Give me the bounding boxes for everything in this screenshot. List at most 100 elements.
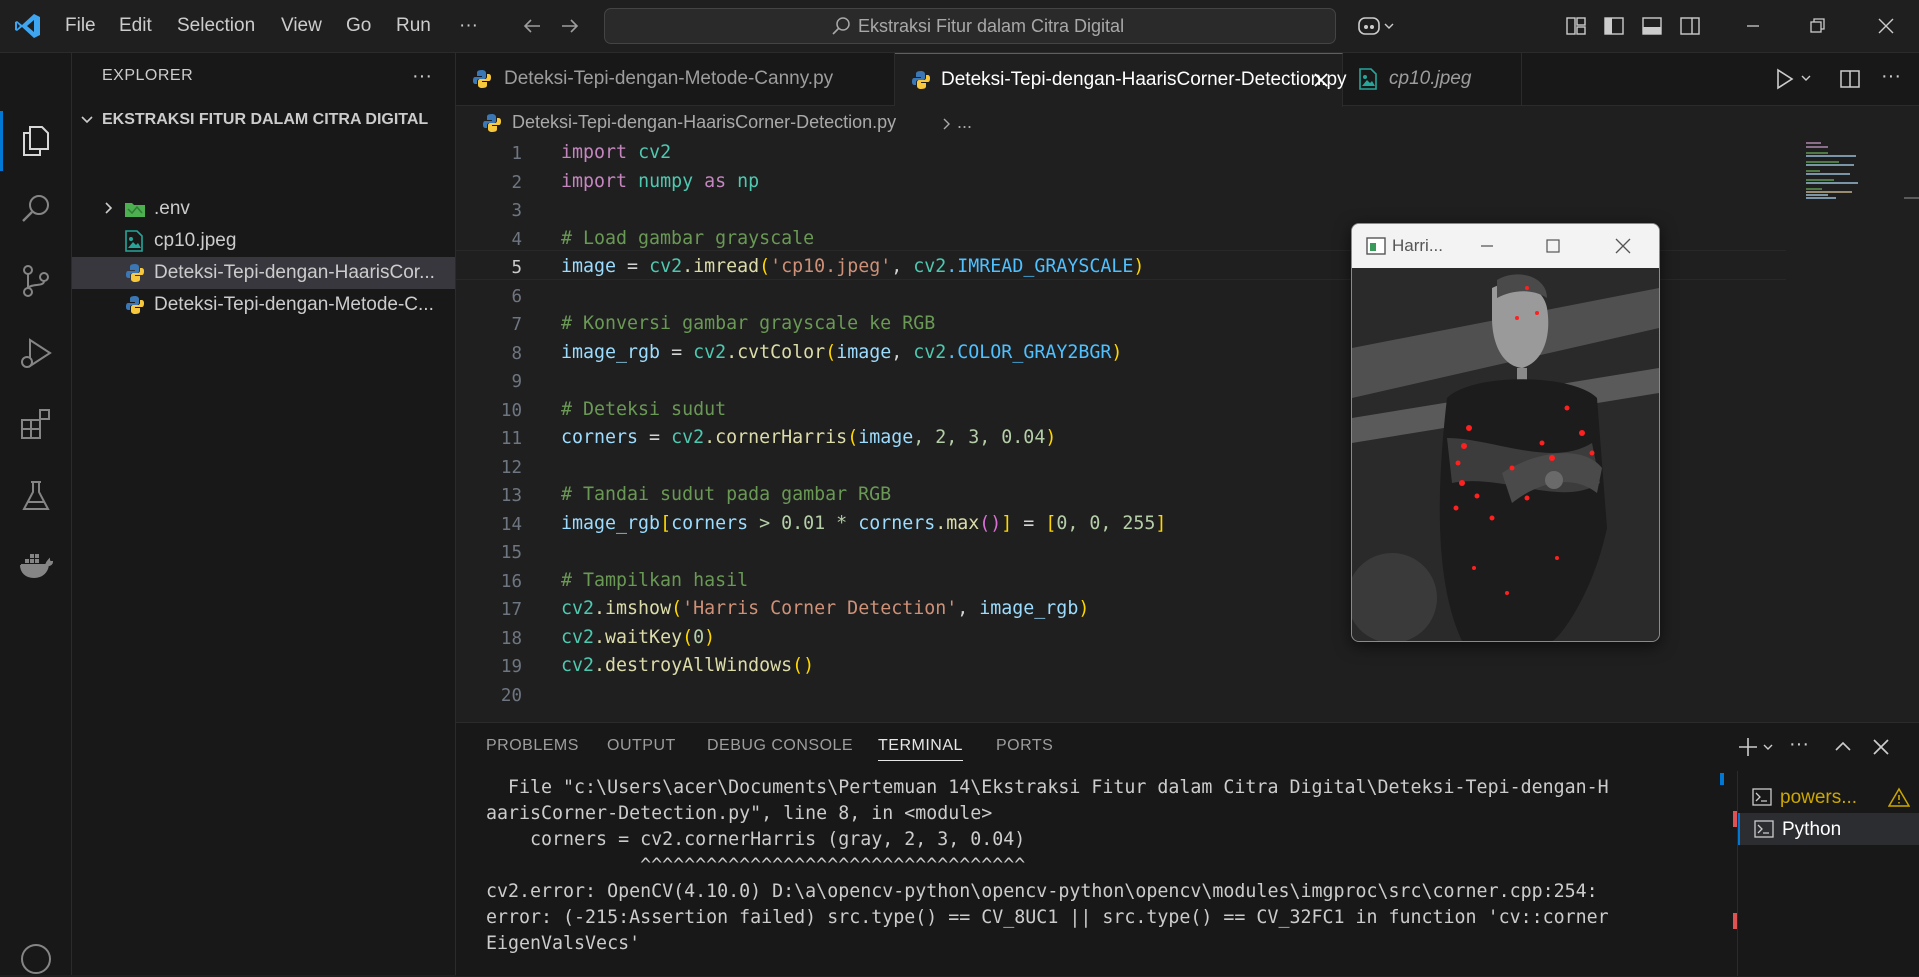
command-center-search[interactable]: Ekstraksi Fitur dalam Citra Digital bbox=[604, 8, 1336, 44]
terminal-item-python[interactable]: Python bbox=[1738, 813, 1919, 845]
menu-run[interactable]: Run bbox=[396, 0, 431, 52]
vscode-logo-icon bbox=[14, 12, 42, 40]
panel-more-actions[interactable]: ··· bbox=[1789, 733, 1809, 756]
tree-item-haaris-corner-py[interactable]: Deteksi-Tepi-dengan-HaarisCor... bbox=[72, 257, 455, 289]
harris-window-titlebar[interactable]: Harri... bbox=[1352, 224, 1659, 268]
toggle-secondary-sidebar-icon[interactable] bbox=[1678, 14, 1702, 38]
code-line: import cv2 bbox=[561, 142, 672, 163]
close-tab-icon[interactable] bbox=[1311, 70, 1331, 90]
tab-cp10-jpeg[interactable]: cp10.jpeg bbox=[1343, 53, 1522, 105]
menu-file[interactable]: File bbox=[65, 0, 96, 52]
code-line: import numpy as np bbox=[561, 171, 760, 192]
minimap[interactable] bbox=[1786, 142, 1919, 722]
code-editor[interactable]: 1 2 3 4 5 6 7 8 9 10 11 12 13 14 15 16 1… bbox=[456, 142, 1919, 722]
maximize-panel-icon[interactable] bbox=[1831, 735, 1855, 759]
close-panel-icon[interactable] bbox=[1869, 735, 1893, 759]
code-line: image_rgb = cv2.cvtColor(image, cv2.COLO… bbox=[561, 342, 1123, 363]
tree-item-label: .env bbox=[154, 198, 190, 219]
code-line: # Load gambar grayscale bbox=[561, 228, 815, 249]
copilot-icon[interactable] bbox=[1357, 14, 1397, 38]
harris-corner-window[interactable]: Harri... bbox=[1351, 223, 1660, 642]
code-line: cv2.waitKey(0) bbox=[561, 627, 716, 648]
code-line: # Deteksi sudut bbox=[561, 399, 727, 420]
workspace-folder-header[interactable]: EKSTRAKSI FITUR DALAM CITRA DIGITAL bbox=[72, 107, 455, 135]
tree-item-label: cp10.jpeg bbox=[154, 230, 237, 251]
line-number: 3 bbox=[511, 201, 522, 221]
folder-icon bbox=[124, 200, 146, 218]
line-number: 2 bbox=[511, 173, 522, 193]
panel-tab-debug-console[interactable]: DEBUG CONSOLE bbox=[707, 737, 853, 755]
close-window-icon[interactable] bbox=[1866, 10, 1906, 42]
search-view-icon[interactable] bbox=[18, 191, 54, 227]
menu-more[interactable]: ··· bbox=[459, 0, 478, 52]
panel-tab-ports[interactable]: PORTS bbox=[996, 737, 1053, 755]
line-number: 15 bbox=[500, 543, 522, 563]
maximize-window-icon[interactable] bbox=[1540, 236, 1566, 256]
run-python-file-icon[interactable] bbox=[1772, 67, 1816, 91]
explorer-files-icon[interactable] bbox=[18, 123, 54, 159]
line-number: 16 bbox=[500, 572, 522, 592]
tree-item-metode-canny-py[interactable]: Deteksi-Tepi-dengan-Metode-C... bbox=[72, 289, 455, 321]
tab-label: Deteksi-Tepi-dengan-HaarisCorner-Detecti… bbox=[941, 69, 1347, 90]
python-file-icon bbox=[482, 113, 502, 133]
panel-tab-output[interactable]: OUTPUT bbox=[607, 737, 676, 755]
source-control-icon[interactable] bbox=[18, 263, 54, 299]
extensions-icon[interactable] bbox=[18, 406, 54, 442]
terminal-tabs-list: powers... Python bbox=[1737, 771, 1919, 976]
command-center-label: Ekstraksi Fitur dalam Citra Digital bbox=[858, 16, 1125, 36]
terminal-item-powershell[interactable]: powers... bbox=[1738, 781, 1919, 813]
tree-item-env-folder[interactable]: .env bbox=[72, 193, 455, 225]
terminal-output[interactable]: File "c:\Users\acer\Documents\Pertemuan … bbox=[456, 771, 1736, 976]
tab-label: cp10.jpeg bbox=[1389, 68, 1472, 89]
tab-label: Deteksi-Tepi-dengan-Metode-Canny.py bbox=[504, 68, 834, 89]
menu-view[interactable]: View bbox=[281, 0, 322, 52]
toggle-primary-sidebar-icon[interactable] bbox=[1602, 14, 1626, 38]
customize-layout-icon[interactable] bbox=[1564, 14, 1588, 38]
line-number: 14 bbox=[500, 515, 522, 535]
code-line: # Konversi gambar grayscale ke RGB bbox=[561, 313, 936, 334]
line-number: 1 bbox=[511, 144, 522, 164]
terminal-line: aarisCorner-Detection.py", line 8, in <m… bbox=[486, 803, 993, 824]
forward-arrow-icon[interactable] bbox=[558, 14, 582, 38]
editor-more-actions[interactable]: ··· bbox=[1881, 65, 1901, 88]
explorer-sidebar: EXPLORER ··· EKSTRAKSI FITUR DALAM CITRA… bbox=[72, 53, 456, 975]
menu-selection[interactable]: Selection bbox=[177, 0, 255, 52]
code-line: image = cv2.imread('cp10.jpeg', cv2.IMRE… bbox=[561, 256, 1145, 277]
menu-edit[interactable]: Edit bbox=[119, 0, 152, 52]
accounts-icon[interactable] bbox=[18, 941, 54, 977]
code-line: cv2.destroyAllWindows() bbox=[561, 655, 815, 676]
menu-go[interactable]: Go bbox=[346, 0, 371, 52]
image-file-icon bbox=[125, 230, 143, 252]
tree-item-label: Deteksi-Tepi-dengan-Metode-C... bbox=[154, 294, 434, 315]
activity-bar bbox=[0, 53, 72, 975]
line-number: 19 bbox=[500, 657, 522, 677]
tab-haaris-corner[interactable]: Deteksi-Tepi-dengan-HaarisCorner-Detecti… bbox=[895, 53, 1347, 107]
tab-metode-canny[interactable]: Deteksi-Tepi-dengan-Metode-Canny.py bbox=[456, 53, 895, 105]
breadcrumb-symbols[interactable]: ... bbox=[957, 112, 972, 133]
terminal-line: File "c:\Users\acer\Documents\Pertemuan … bbox=[486, 777, 1609, 798]
code-line: corners = cv2.cornerHarris(image, 2, 3, … bbox=[561, 427, 1057, 448]
minimize-window-icon[interactable] bbox=[1733, 10, 1773, 42]
line-number: 6 bbox=[511, 287, 522, 307]
panel-tab-problems[interactable]: PROBLEMS bbox=[486, 737, 579, 755]
breadcrumb-file[interactable]: Deteksi-Tepi-dengan-HaarisCorner-Detecti… bbox=[512, 112, 896, 133]
back-arrow-icon[interactable] bbox=[520, 14, 544, 38]
explorer-more-actions[interactable]: ··· bbox=[412, 65, 432, 88]
new-terminal-icon[interactable] bbox=[1736, 735, 1776, 759]
testing-flask-icon[interactable] bbox=[18, 478, 54, 514]
tree-item-cp10-jpeg[interactable]: cp10.jpeg bbox=[72, 225, 455, 257]
restore-window-icon[interactable] bbox=[1797, 10, 1837, 42]
tree-item-label: Deteksi-Tepi-dengan-HaarisCor... bbox=[154, 262, 435, 283]
close-window-icon[interactable] bbox=[1610, 236, 1636, 256]
line-number: 11 bbox=[500, 429, 522, 449]
chevron-right-icon bbox=[941, 117, 953, 131]
python-file-icon bbox=[125, 295, 145, 315]
app-window-icon bbox=[1366, 237, 1386, 255]
toggle-panel-icon[interactable] bbox=[1640, 14, 1664, 38]
terminal-item-label: powers... bbox=[1780, 787, 1858, 808]
run-and-debug-icon[interactable] bbox=[18, 335, 54, 371]
panel-tab-terminal[interactable]: TERMINAL bbox=[878, 737, 963, 761]
docker-icon[interactable] bbox=[18, 548, 54, 584]
split-editor-icon[interactable] bbox=[1838, 67, 1862, 91]
minimize-window-icon[interactable] bbox=[1474, 236, 1500, 256]
